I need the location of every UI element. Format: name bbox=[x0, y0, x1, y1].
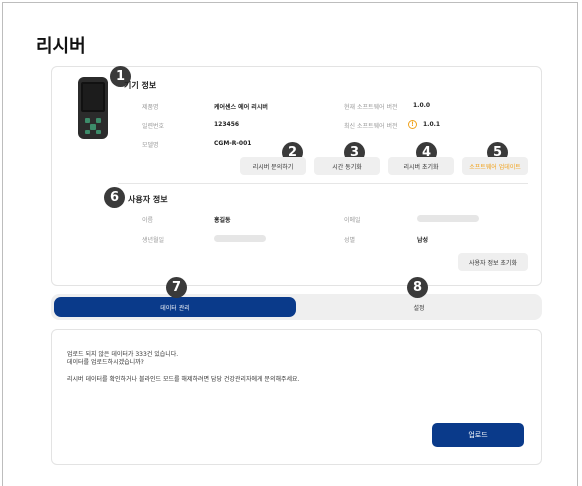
email-label: 이메일 bbox=[344, 217, 361, 224]
warning-circle-icon: ! bbox=[408, 120, 417, 129]
receiver-inquiry-button[interactable]: 리시버 문의하기 bbox=[240, 157, 306, 175]
page-title: 리시버 bbox=[36, 36, 86, 57]
current-sw-label: 현재 소프트웨어 버전 bbox=[344, 104, 398, 111]
serial-label: 일련번호 bbox=[142, 123, 165, 130]
tab-settings[interactable]: 설정 bbox=[298, 297, 540, 317]
birth-value-placeholder bbox=[214, 235, 266, 242]
product-name-value: 케어센스 에어 리시버 bbox=[214, 104, 268, 111]
time-sync-button[interactable]: 시간 동기화 bbox=[314, 157, 380, 175]
badge-6: 6 bbox=[104, 187, 125, 208]
product-name-label: 제품명 bbox=[142, 104, 159, 111]
name-value: 홍길동 bbox=[214, 217, 231, 224]
user-info-title: 사용자 정보 bbox=[128, 195, 168, 204]
receiver-device-icon bbox=[77, 76, 109, 140]
gender-value: 남성 bbox=[417, 237, 429, 244]
email-value-placeholder bbox=[417, 215, 479, 222]
badge-7: 7 bbox=[166, 277, 187, 298]
model-value: CGM-R-001 bbox=[214, 140, 252, 147]
software-update-button[interactable]: 소프트웨어 업데이트 bbox=[462, 157, 528, 175]
user-info-reset-button[interactable]: 사용자 정보 초기화 bbox=[458, 253, 528, 271]
birth-label: 생년월일 bbox=[142, 237, 165, 244]
section-divider bbox=[118, 183, 528, 184]
contact-manager-message: 리시버 데이터를 확인하거나 블라인드 모드를 해제하려면 담당 건강관리자에게… bbox=[67, 376, 300, 383]
device-info-title: 기기 정보 bbox=[124, 81, 157, 90]
current-sw-value: 1.0.0 bbox=[413, 102, 431, 109]
upload-confirm-message: 데이터를 업로드하시겠습니까? bbox=[67, 359, 144, 366]
upload-button[interactable]: 업로드 bbox=[432, 423, 524, 447]
receiver-reset-button[interactable]: 리시버 초기화 bbox=[388, 157, 454, 175]
badge-8: 8 bbox=[407, 277, 428, 298]
name-label: 이름 bbox=[142, 217, 154, 224]
latest-sw-label: 최신 소프트웨어 버전 bbox=[344, 123, 398, 130]
model-label: 모델명 bbox=[142, 142, 159, 149]
latest-sw-value: 1.0.1 bbox=[423, 121, 441, 128]
tab-data-management[interactable]: 데이터 관리 bbox=[54, 297, 296, 317]
gender-label: 성별 bbox=[344, 237, 356, 244]
serial-value: 123456 bbox=[214, 121, 240, 128]
